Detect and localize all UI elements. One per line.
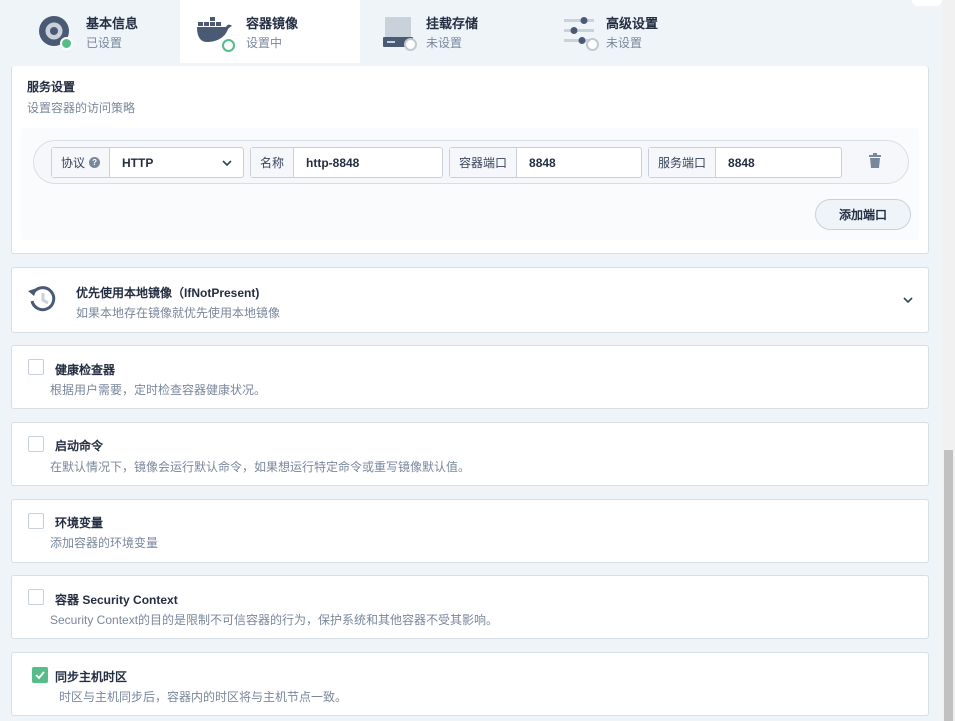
health-checker-card: 健康检查器 根据用户需要，定时检查容器健康状况。 [11,345,929,409]
environment-variables-card: 环境变量 添加容器的环境变量 [11,499,929,563]
image-pull-policy-card[interactable]: 优先使用本地镜像（IfNotPresent) 如果本地存在镜像就优先使用本地镜像 [11,267,929,333]
step-title: 基本信息 [86,16,139,31]
port-name-value: http-8848 [306,155,360,170]
service-port-label: 服务端口 [649,148,717,177]
storage-drive-icon [382,13,418,51]
step-advanced-settings[interactable]: 高级设置 未设置 [540,0,720,63]
protocol-select[interactable]: 协议 ? HTTP [51,147,244,178]
section-description: 设置容器的访问策略 [27,101,136,115]
panel-corner [912,0,942,6]
option-title: 容器 Security Context [55,593,178,607]
startup-command-checkbox[interactable] [28,436,44,452]
status-dot-done [60,37,73,50]
step-basic-info[interactable]: 基本信息 已设置 [0,0,180,63]
step-status: 已设置 [86,36,123,50]
step-title: 高级设置 [606,16,659,31]
chevron-down-icon[interactable] [902,294,914,306]
option-title: 同步主机时区 [55,670,128,684]
step-status: 未设置 [606,36,643,50]
option-description: 时区与主机同步后，容器内的时区将与主机节点一致。 [59,690,348,704]
step-title: 挂载存储 [426,16,479,31]
port-name-label: 名称 [251,148,295,177]
option-description: Security Context的目的是限制不可信容器的行为，保护系统和其他容器… [50,613,499,627]
protocol-label: 协议 ? [52,148,111,177]
checkmark-icon [35,671,45,680]
step-tabs: 基本信息 已设置 容器镜像 设置中 挂载存储 未设置 高级设置 未设置 [0,0,942,63]
service-port-field[interactable]: 服务端口 8848 [648,147,842,178]
step-mount-storage[interactable]: 挂载存储 未设置 [360,0,540,63]
chevron-down-icon [222,160,232,167]
docker-whale-icon [196,14,235,52]
disc-settings-icon [36,13,73,50]
scrollbar-thumb[interactable] [944,450,953,721]
port-name-field[interactable]: 名称 http-8848 [250,147,443,178]
sync-timezone-checkbox[interactable] [32,667,48,683]
step-status: 未设置 [426,36,463,50]
port-settings-area: 协议 ? HTTP 名称 http-8848 容器端口 8848 服务端口 88… [21,128,919,240]
pull-policy-title: 优先使用本地镜像（IfNotPresent) [76,286,260,300]
environment-variables-checkbox[interactable] [28,513,44,529]
option-description: 在默认情况下，镜像会运行默认命令，如果想运行特定命令或重写镜像默认值。 [50,460,471,474]
startup-command-card: 启动命令 在默认情况下，镜像会运行默认命令，如果想运行特定命令或重写镜像默认值。 [11,422,929,486]
option-title: 健康检查器 [55,363,116,377]
status-dot-todo [404,38,417,51]
health-checker-checkbox[interactable] [28,359,44,375]
history-icon [28,286,56,312]
protocol-label-text: 协议 [61,156,86,170]
section-title: 服务设置 [27,80,76,94]
container-port-label: 容器端口 [450,148,518,177]
pull-policy-description: 如果本地存在镜像就优先使用本地镜像 [76,306,281,320]
step-container-image[interactable]: 容器镜像 设置中 [180,0,360,63]
trash-icon[interactable] [868,153,882,169]
option-description: 添加容器的环境变量 [50,536,159,550]
add-port-button[interactable]: 添加端口 [815,199,911,230]
service-port-value: 8848 [728,155,755,170]
help-icon[interactable]: ? [89,157,101,168]
option-title: 启动命令 [55,439,104,453]
security-context-checkbox[interactable] [28,589,44,605]
container-port-field[interactable]: 容器端口 8848 [449,147,642,178]
option-description: 根据用户需要，定时检查容器健康状况。 [50,383,267,397]
vertical-scrollbar[interactable] [942,0,955,721]
sync-host-timezone-card: 同步主机时区 时区与主机同步后，容器内的时区将与主机节点一致。 [11,652,929,716]
sliders-icon [562,13,599,51]
service-settings-card: 服务设置 设置容器的访问策略 协议 ? HTTP 名称 http-8848 容器… [11,66,929,254]
option-title: 环境变量 [55,516,104,530]
port-row: 协议 ? HTTP 名称 http-8848 容器端口 8848 服务端口 88… [33,140,909,184]
security-context-card: 容器 Security Context Security Context的目的是… [11,575,929,639]
step-status: 设置中 [246,36,283,50]
status-dot-todo [586,38,599,51]
step-title: 容器镜像 [246,16,299,31]
container-port-value: 8848 [529,155,556,170]
status-dot-in-progress [222,39,235,52]
